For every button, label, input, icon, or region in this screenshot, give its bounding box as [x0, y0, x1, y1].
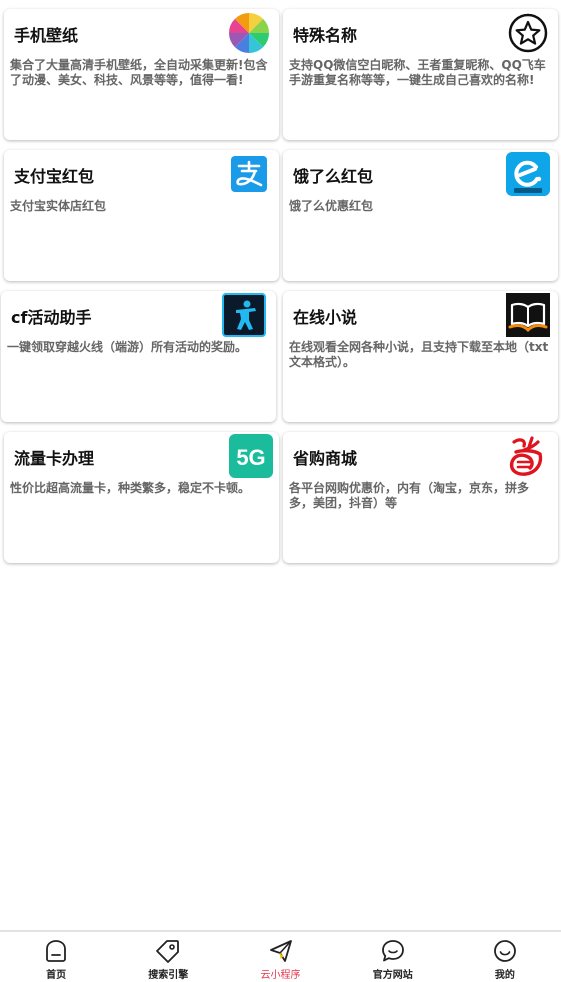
card-title: 在线小说 [293, 308, 358, 327]
card-description: 在线观看全网各种小说，且支持下载至本地（txt文本格式）。 [289, 340, 549, 369]
card-cf-helper[interactable]: cf活动助手 一键领取穿越火线（端游）所有活动的奖励。 [1, 291, 276, 422]
card-alipay-redpacket[interactable]: 支付宝红包 支付宝实体店红包 [4, 150, 279, 281]
smile-icon [492, 938, 518, 964]
card-description: 各平台网购优惠价，内有（淘宝，京东，拼多多，美团，抖音）等 [289, 481, 530, 510]
sheng-logo-icon [504, 434, 548, 478]
card-title: 流量卡办理 [14, 449, 95, 468]
card-description: 支持QQ微信空白昵称、王者重复昵称、QQ飞车手游重复名称等等，一键生成自己喜欢的… [289, 58, 546, 87]
tab-official-site[interactable]: 官方网站 [337, 932, 449, 982]
card-special-names[interactable]: 特殊名称 支持QQ微信空白昵称、王者重复昵称、QQ飞车手游重复名称等等，一键生成… [283, 9, 558, 140]
bottom-tab-bar: 首页 搜索引擎 云小程序 官方网站 我的 [0, 930, 561, 982]
paper-plane-icon [268, 938, 294, 964]
home-icon [43, 938, 69, 964]
alipay-logo-icon [231, 156, 267, 192]
tag-icon [155, 938, 181, 964]
tab-home[interactable]: 首页 [0, 932, 112, 982]
card-title: cf活动助手 [11, 308, 92, 327]
card-title: 特殊名称 [293, 26, 358, 45]
color-wheel-icon [227, 11, 271, 55]
card-description: 性价比超高流量卡，种类繁多，稳定不卡顿。 [10, 481, 251, 495]
card-wallpaper[interactable]: 手机壁纸 集合了大量高清手机壁纸，全自动采集更新!包含了动漫、美女、科技、风景等… [4, 9, 279, 140]
star-badge-icon [506, 11, 550, 55]
card-title: 饿了么红包 [293, 167, 374, 186]
book-icon [506, 293, 550, 337]
5g-icon: 5G [229, 434, 273, 478]
card-description: 支付宝实体店红包 [10, 199, 107, 213]
card-title: 省购商城 [293, 449, 358, 468]
card-description: 集合了大量高清手机壁纸，全自动采集更新!包含了动漫、美女、科技、风景等等，值得一… [10, 58, 268, 87]
tab-label: 搜索引擎 [148, 970, 189, 981]
card-shenggou-mall[interactable]: 省购商城 各平台网购优惠价，内有（淘宝，京东，拼多多，美团，抖音）等 [283, 432, 558, 563]
tab-search-engine[interactable]: 搜索引擎 [112, 932, 224, 982]
card-online-novel[interactable]: 在线小说 在线观看全网各种小说，且支持下载至本地（txt文本格式）。 [283, 291, 558, 422]
card-data-card[interactable]: 流量卡办理 5G 性价比超高流量卡，种类繁多，稳定不卡顿。 [4, 432, 279, 563]
card-eleme-redpacket[interactable]: 饿了么红包 饿了么优惠红包 [283, 150, 558, 281]
tab-label: 首页 [46, 970, 67, 981]
tab-mine[interactable]: 我的 [449, 932, 561, 982]
tab-label: 云小程序 [260, 970, 301, 981]
svg-text:5G: 5G [236, 445, 265, 470]
card-description: 饿了么优惠红包 [289, 199, 374, 213]
tab-label: 我的 [494, 970, 515, 981]
tab-cloud-mini-programs[interactable]: 云小程序 [224, 932, 336, 982]
tab-label: 官方网站 [372, 970, 413, 981]
card-title: 手机壁纸 [14, 26, 79, 45]
chat-bubble-icon [380, 938, 406, 964]
card-description: 一键领取穿越火线（端游）所有活动的奖励。 [7, 340, 248, 354]
card-title: 支付宝红包 [14, 167, 95, 186]
eleme-logo-icon [506, 152, 550, 196]
soldier-icon [222, 293, 266, 337]
